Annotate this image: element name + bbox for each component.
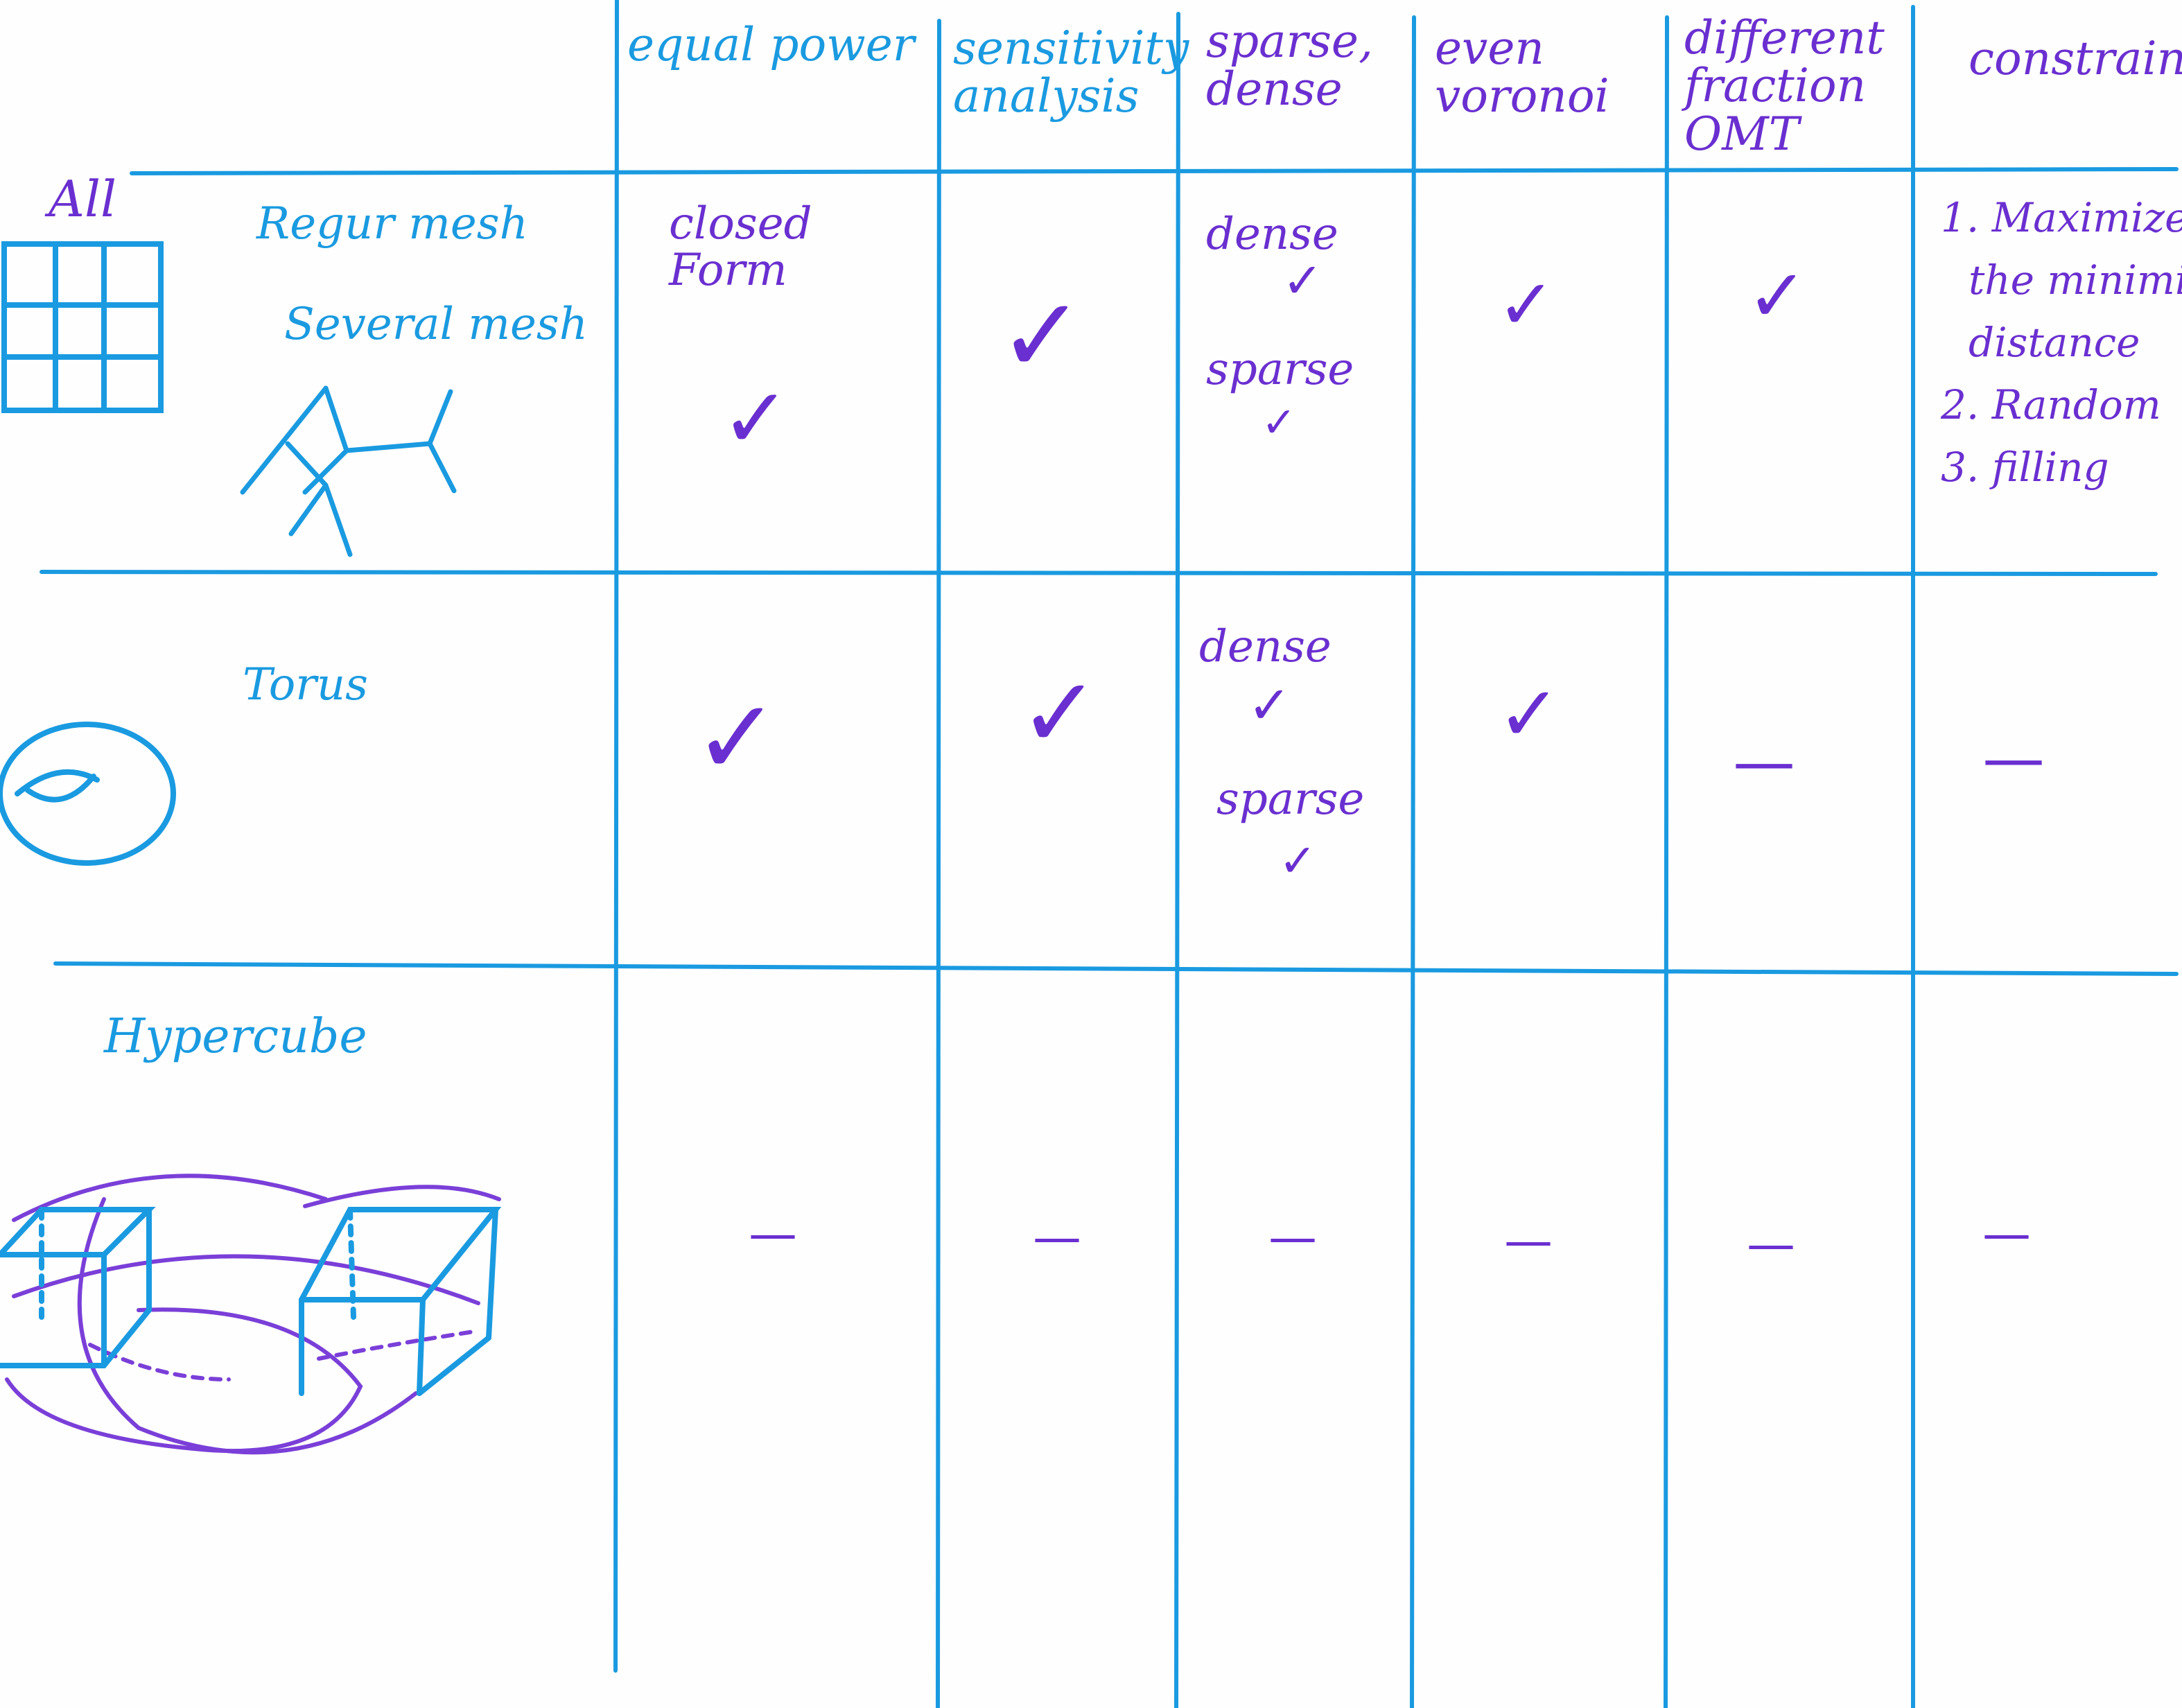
row-label-several-mesh: Several mesh [284, 299, 588, 350]
dash-r3-sparse-dense: — [1268, 1209, 1317, 1266]
cell-r2-sparse-label: sparse [1216, 774, 1365, 825]
col-divider-2 [936, 19, 941, 1708]
table-grid [0, 0, 2179, 1708]
check-r2-sparse: ✓ [1279, 835, 1317, 887]
check-r1-voronoi: ✓ [1497, 264, 1555, 345]
row-divider-1 [40, 570, 2158, 576]
check-r2-equal-power: ✓ [693, 678, 780, 799]
check-r1-sensitivity: ✓ [998, 276, 1085, 397]
constrain-item-2: 2. Random [1941, 381, 2161, 428]
col-divider-1 [613, 0, 619, 1673]
branching-mesh-sketch [240, 385, 457, 557]
row-label-regular-mesh: Regur mesh [256, 198, 528, 250]
cell-r1-constrain-list: 1. Maximize the minimize distance 2. Ran… [1941, 187, 2182, 498]
cell-r1-equal-power-line1: closed [669, 198, 812, 250]
header-different-fraction-omt: different fraction OMT [1684, 11, 1885, 161]
header-sparse-dense: sparse, dense [1206, 15, 1373, 116]
constrain-item-1c: distance [1969, 318, 2140, 366]
check-r1-omt: ✓ [1747, 254, 1808, 338]
constrain-item-3: 3. filling [1941, 443, 2109, 491]
row-label-all: All [49, 170, 117, 228]
cell-r1-sparse-label: sparse [1206, 344, 1354, 395]
header-even-voronoi: even voronoi [1435, 21, 1609, 123]
dash-r2-constrain: — [1982, 722, 2045, 795]
check-r2-voronoi: ✓ [1497, 670, 1562, 758]
hypercube-sketch [0, 1174, 502, 1455]
header-sensitivity-analysis: sensitivity analysis [953, 21, 1189, 123]
constrain-item-1b: the minimize [1969, 256, 2182, 304]
notebook-sheet: equal power sensitivity analysis sparse,… [0, 0, 2182, 1708]
row-label-torus: Torus [243, 659, 368, 711]
check-r1-equal-power: ✓ [721, 371, 791, 467]
cell-r1-equal-power-text: closed Form [669, 198, 812, 297]
dash-r3-omt: — [1747, 1216, 1795, 1273]
check-r2-dense: ✓ [1248, 674, 1291, 735]
header-constrain: constrain [1969, 32, 2182, 85]
col-divider-3 [1174, 12, 1180, 1708]
col-divider-5 [1664, 15, 1669, 1708]
row-divider-header [130, 167, 2179, 175]
dash-r3-sensitivity: — [1033, 1209, 1081, 1266]
check-r2-sensitivity: ✓ [1019, 657, 1101, 770]
dash-r3-voronoi: — [1504, 1212, 1553, 1269]
header-equal-power: equal power [627, 18, 915, 71]
dash-r2-omt: — [1733, 726, 1795, 799]
col-divider-4 [1410, 15, 1416, 1708]
row-divider-2 [53, 961, 2179, 976]
cell-r2-dense-label: dense [1199, 621, 1332, 672]
grid-mesh-sketch [1, 241, 164, 413]
row-label-hypercube: Hypercube [104, 1009, 367, 1064]
check-r1-dense: ✓ [1282, 252, 1323, 309]
dash-r3-equal-power: — [749, 1205, 797, 1262]
torus-sketch [0, 722, 176, 866]
dash-r3-constrain: — [1982, 1205, 2031, 1262]
cell-r1-dense-label: dense [1206, 209, 1338, 260]
cell-r1-equal-power-line2: Form [669, 245, 787, 297]
constrain-item-1a: 1. Maximize [1941, 194, 2182, 241]
check-r1-sparse: ✓ [1262, 399, 1297, 447]
